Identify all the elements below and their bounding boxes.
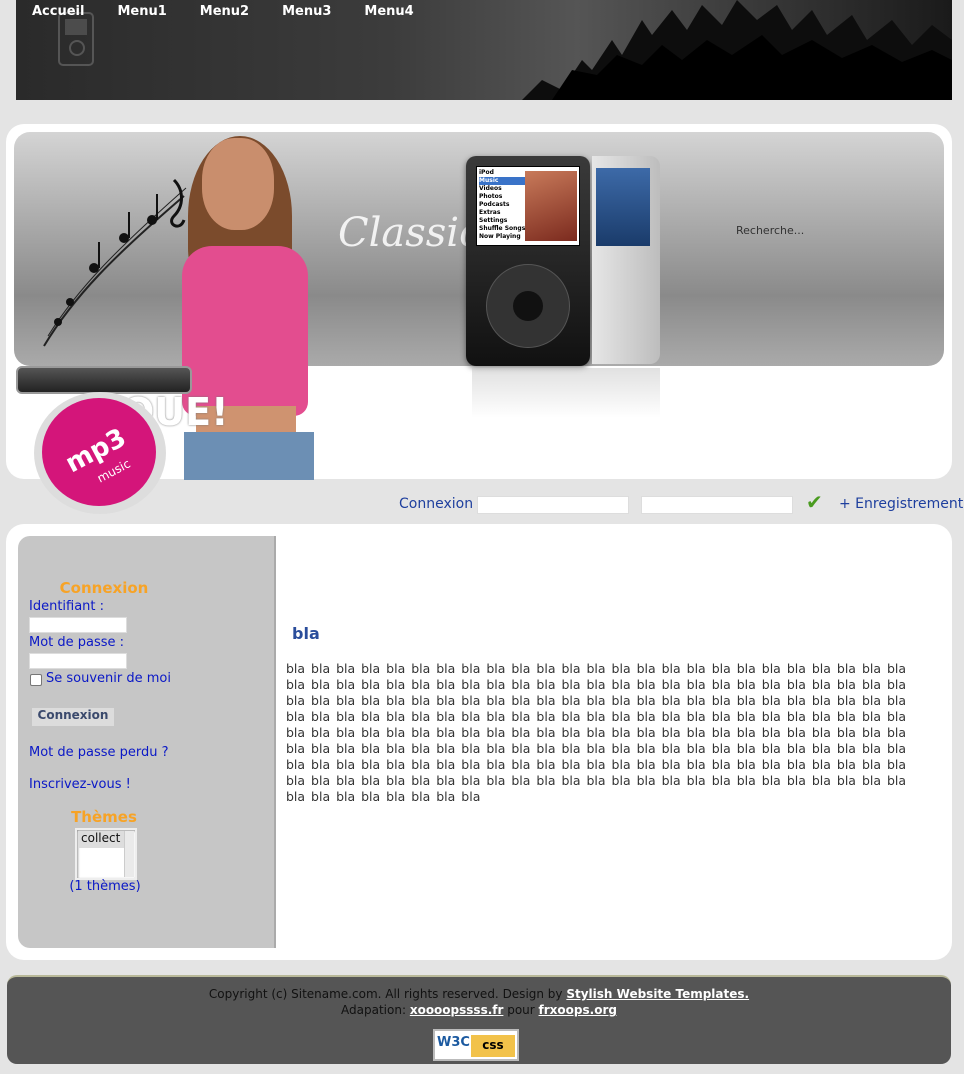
nav-item-accueil[interactable]: Accueil [32, 4, 84, 19]
banner-classic-text: Classic [338, 210, 482, 256]
frxoops-link[interactable]: frxoops.org [539, 1003, 617, 1017]
adaptation-line: Adapation: xoooopssss.fr pour frxoops.or… [341, 1003, 617, 1017]
ipod-icon [58, 12, 94, 66]
quick-login-bar: Connexion ✔ + Enregistrement [0, 490, 964, 516]
search-input[interactable]: Recherche... [736, 224, 804, 237]
password-input[interactable] [29, 653, 127, 669]
remember-me-checkbox[interactable] [30, 674, 42, 686]
quick-login-username-field[interactable] [477, 496, 629, 514]
quick-login-password-field[interactable] [641, 496, 793, 514]
quick-login-label: Connexion [399, 496, 474, 512]
checkmark-submit-icon[interactable]: ✔ [806, 490, 823, 514]
ipod-classic-black-image: iPod Music Videos Photos Podcasts Extras… [466, 156, 590, 366]
main-panel: Connexion Identifiant : Mot de passe : S… [6, 524, 952, 960]
theme-option-collect[interactable]: collect [78, 831, 124, 848]
main-nav: Accueil Menu1 Menu2 Menu3 Menu4 [32, 4, 447, 19]
nav-item-menu1[interactable]: Menu1 [117, 4, 166, 19]
sidebar: Connexion Identifiant : Mot de passe : S… [18, 536, 276, 948]
lost-password-link[interactable]: Mot de passe perdu ? [29, 745, 169, 760]
themes-heading: Thèmes [71, 808, 137, 826]
w3c-css-badge[interactable]: W3C css [433, 1029, 519, 1061]
themes-scrollbar[interactable] [124, 831, 134, 877]
ipod-screen-menu: iPod Music Videos Photos Podcasts Extras… [479, 169, 526, 240]
footer: Copyright (c) Sitename.com. All rights r… [7, 975, 951, 1064]
remember-me-label: Se souvenir de moi [46, 671, 171, 686]
adaptation-link[interactable]: xoooopssss.fr [410, 1003, 504, 1017]
signup-link[interactable]: Inscrivez-vous ! [29, 777, 131, 792]
copyright-line: Copyright (c) Sitename.com. All rights r… [208, 987, 750, 1001]
design-credit-link[interactable]: Stylish Website Templates. [566, 987, 749, 1001]
themes-select[interactable]: collect [75, 828, 137, 880]
content-body: bla bla bla bla bla bla bla bla bla bla … [286, 661, 907, 804]
identifiant-label: Identifiant : [29, 599, 105, 614]
nav-item-menu4[interactable]: Menu4 [364, 4, 413, 19]
identifiant-input[interactable] [29, 617, 127, 633]
crowd-silhouette-image [522, 0, 952, 100]
register-link[interactable]: + Enregistrement [839, 496, 963, 512]
content-title: bla [292, 624, 320, 643]
login-submit-button[interactable]: Connexion [32, 708, 114, 726]
login-heading: Connexion [59, 579, 149, 597]
nav-item-menu3[interactable]: Menu3 [282, 4, 331, 19]
ipod-classic-silver-image [592, 156, 660, 364]
themes-count: (1 thèmes) [69, 879, 141, 894]
top-header: Accueil Menu1 Menu2 Menu3 Menu4 [16, 0, 952, 100]
ipod-reflection [472, 368, 660, 418]
nav-item-menu2[interactable]: Menu2 [200, 4, 249, 19]
password-label: Mot de passe : [29, 635, 125, 650]
click-wheel-icon [486, 264, 570, 348]
